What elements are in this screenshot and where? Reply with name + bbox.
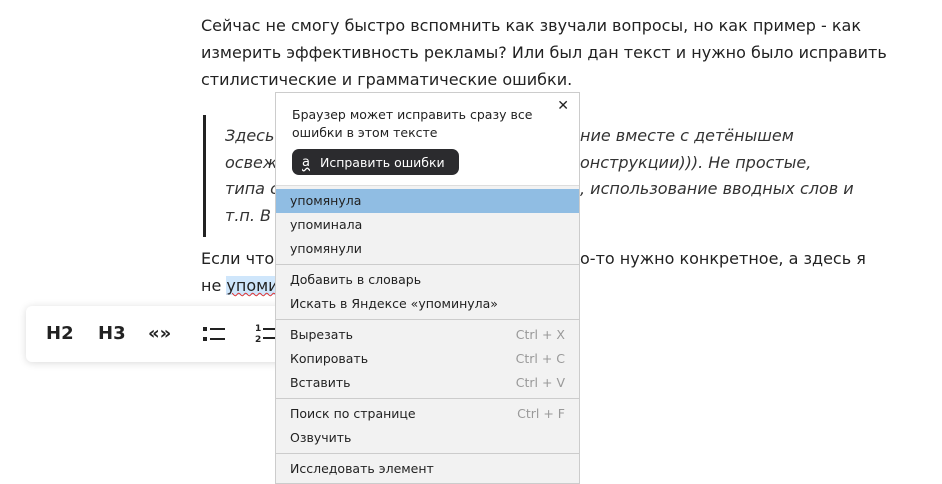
quote-line: онструкции))). Не простые, [580,153,812,172]
divider [276,264,579,265]
spellcheck-banner: Браузер может исправить сразу все ошибки … [276,93,579,186]
inspect-item[interactable]: Исследовать элемент [276,457,579,481]
paste-item[interactable]: Вставить Ctrl + V [276,371,579,395]
label: Озвучить [290,430,352,445]
quote-line: , использование вводных слов и [580,179,854,198]
cut-item[interactable]: Вырезать Ctrl + X [276,323,579,347]
shortcut: Ctrl + X [515,327,565,342]
divider [276,453,579,454]
close-icon[interactable]: ✕ [557,98,569,114]
h3-button[interactable]: H3 [98,323,126,344]
spellcheck-icon: a [302,154,310,170]
h2-button[interactable]: H2 [46,323,74,344]
quote-button[interactable]: «» [148,323,171,344]
shortcut: Ctrl + C [515,351,565,366]
label: Вырезать [290,327,354,342]
suggestion-item[interactable]: упомянули [276,237,579,261]
search-yandex[interactable]: Искать в Яндексе «упоминула» [276,292,579,316]
label: Вставить [290,375,351,390]
add-to-dictionary[interactable]: Добавить в словарь [276,268,579,292]
format-toolbar: H2 H3 «» 12 [26,306,316,362]
speak-item[interactable]: Озвучить [276,426,579,450]
paragraph-line: измерить эффективность рекламы? Или был … [201,43,887,62]
label: Поиск по странице [290,406,416,421]
svg-text:1: 1 [255,324,261,334]
numbered-list-icon[interactable]: 12 [255,322,277,344]
bullet-list-icon[interactable] [203,324,225,344]
fix-errors-label: Исправить ошибки [319,154,445,170]
shortcut: Ctrl + V [515,375,565,390]
banner-line: Браузер может исправить сразу все [292,107,533,122]
paragraph-line: Если что [201,249,275,268]
find-item[interactable]: Поиск по странице Ctrl + F [276,402,579,426]
suggestion-item[interactable]: упомянула [276,189,579,213]
paragraph-line: стилистические и грамматические ошибки. [201,70,573,89]
misspelled-word[interactable]: упоми [226,276,279,295]
quote-line: типа с [225,179,279,198]
paragraph-line: о-то нужно конкретное, а здесь я [580,249,866,268]
blockquote-border [203,115,206,237]
shortcut: Ctrl + F [517,406,565,421]
fix-errors-button[interactable]: a Исправить ошибки [292,149,459,175]
banner-line: ошибки в этом тексте [292,125,438,140]
svg-text:2: 2 [255,335,261,344]
banner-message: Браузер может исправить сразу все ошибки … [292,106,532,142]
quote-line: ние вместе с детёнышем [580,126,794,145]
label: Копировать [290,351,369,366]
divider [276,398,579,399]
quote-line: т.п. В [225,206,272,225]
text: не [201,276,227,295]
context-menu: Браузер может исправить сразу все ошибки … [275,92,580,484]
copy-item[interactable]: Копировать Ctrl + C [276,347,579,371]
paragraph-line: Сейчас не смогу быстро вспомнить как зву… [201,16,861,35]
paragraph-line: не упоми [201,272,279,299]
divider [276,319,579,320]
suggestion-item[interactable]: упоминала [276,213,579,237]
